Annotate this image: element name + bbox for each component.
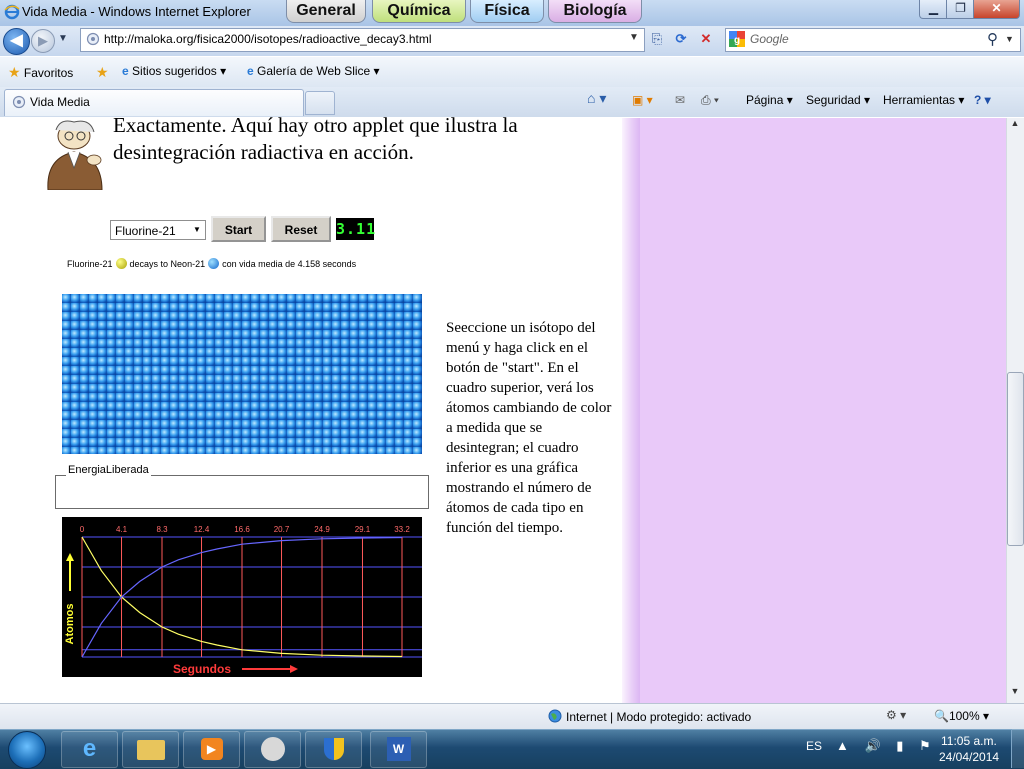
ie-small-icon: e (247, 64, 254, 78)
taskbar-media-player-icon[interactable]: ▶ (183, 731, 240, 768)
page-icon (12, 95, 26, 109)
start-button-orb[interactable] (8, 731, 46, 769)
start-button[interactable]: Start (211, 216, 266, 242)
maximize-button[interactable]: ❐ (946, 0, 975, 19)
scroll-up-icon[interactable]: ▲ (1006, 118, 1024, 134)
security-zone-text: Internet | Modo protegido: activado (566, 710, 752, 724)
add-favorite-icon[interactable]: ★ (96, 64, 109, 81)
search-options-dropdown-icon[interactable]: ▼ (1005, 34, 1014, 44)
x-tick-label: 20.7 (274, 525, 290, 534)
x-tick-label: 24.9 (314, 525, 330, 534)
taskbar-security-shield-icon[interactable] (305, 731, 362, 768)
suggested-sites-label: Sitios sugeridos ▾ (132, 64, 227, 78)
atom-grid (62, 294, 422, 454)
security-menu[interactable]: Seguridad ▾ (806, 93, 870, 107)
recent-pages-dropdown-icon[interactable]: ▼ (58, 33, 68, 44)
legend-parent-isotope: Fluorine-21 (67, 259, 113, 269)
professor-illustration (47, 120, 103, 190)
clock-date[interactable]: 24/04/2014 (939, 750, 999, 764)
suggested-sites-button[interactable]: e Sitios sugeridos ▾ (122, 64, 226, 78)
x-tick-label: 16.6 (234, 525, 250, 534)
clock-time[interactable]: 11:05 a.m. (941, 734, 997, 748)
web-slice-label: Galería de Web Slice ▾ (257, 64, 380, 78)
x-tick-label: 0 (80, 525, 85, 534)
page-menu[interactable]: Página ▾ (746, 93, 793, 107)
legend-half-life: con vida media de 4.158 seconds (222, 259, 357, 269)
taskbar-folder-icon[interactable] (122, 731, 179, 768)
site-tab-general[interactable]: General (286, 0, 366, 23)
decay-legend: Fluorine-21 decays to Neon-21 con vida med… (67, 258, 356, 269)
blue-atom-icon (208, 258, 220, 269)
legend-decays-to: decays to Neon-21 (129, 259, 206, 269)
forward-button[interactable]: ▶ (31, 29, 55, 53)
feeds-icon[interactable]: ▣ ▾ (632, 93, 653, 107)
stop-icon[interactable]: ✕ (696, 30, 716, 48)
tab-label: Vida Media (30, 95, 90, 109)
show-desktop-button[interactable] (1011, 729, 1024, 768)
compatibility-view-icon[interactable]: ⎘ (647, 30, 667, 48)
language-indicator[interactable]: ES (806, 739, 822, 753)
scrollbar-thumb[interactable] (1007, 372, 1024, 546)
y-axis-label: Atomos (64, 604, 76, 645)
instructions-text: Seeccione un isótopo del menú y haga cli… (446, 320, 612, 536)
reset-button[interactable]: Reset (271, 216, 331, 242)
y-axis-arrowhead (66, 553, 74, 561)
side-panel (628, 118, 1006, 703)
zoom-value: 100% (948, 709, 980, 723)
tools-menu[interactable]: Herramientas ▾ (883, 93, 964, 107)
yellow-atom-icon (115, 258, 127, 269)
taskbar-ie-icon[interactable]: e (61, 731, 118, 768)
favorites-star-icon: ★ (8, 64, 21, 80)
favorites-label: Favoritos (23, 66, 74, 80)
back-button[interactable]: ◀ (3, 28, 30, 55)
time-counter: 3.11 (336, 218, 377, 240)
search-icon[interactable]: ⚲ (987, 30, 998, 48)
x-tick-label: 12.4 (194, 525, 210, 534)
window-title: Vida Media - Windows Internet Explorer (22, 4, 251, 19)
chevron-down-icon[interactable]: ▼ (193, 225, 201, 234)
page-border-stripe (622, 118, 640, 703)
refresh-icon[interactable]: ⟳ (671, 30, 691, 48)
site-tab-quimica[interactable]: Química (372, 0, 466, 23)
decay-chart: 0 4.1 8.3 12.4 16.6 20.7 24.9 29.1 33.2 Segundos… (62, 517, 422, 677)
x-tick-label: 29.1 (355, 525, 371, 534)
zoom-icon: 🔍 (934, 709, 949, 723)
energy-released-panel (55, 475, 429, 509)
x-axis-arrowhead (290, 665, 298, 673)
x-tick-label: 4.1 (116, 525, 128, 534)
x-axis-label: Segundos (173, 662, 231, 676)
web-slice-gallery-button[interactable]: e Galería de Web Slice ▾ (247, 64, 380, 78)
page-icon (86, 32, 100, 46)
intro-text: Exactamente. Aquí hay otro applet que il… (113, 113, 518, 164)
ie-logo-icon (4, 4, 20, 20)
site-tab-fisica[interactable]: Física (470, 0, 544, 23)
x-tick-label: 33.2 (394, 525, 410, 534)
protected-mode-icon[interactable]: ⚙ ▾ (886, 708, 906, 722)
close-button[interactable]: ✕ (973, 0, 1020, 19)
address-url[interactable]: http://maloka.org/fisica2000/isotopes/ra… (104, 32, 432, 46)
print-icon[interactable]: ⎙ ▾ (701, 93, 719, 108)
globe-icon (548, 709, 562, 723)
address-dropdown-icon[interactable]: ▼ (629, 32, 639, 43)
site-tab-biologia[interactable]: Biología (548, 0, 642, 23)
minimize-button[interactable]: ▁ (919, 0, 948, 19)
search-placeholder[interactable]: Google (750, 32, 789, 46)
zoom-level[interactable]: 🔍100% ▾ (934, 709, 989, 723)
status-bar (0, 703, 1024, 730)
taskbar-word-icon[interactable]: W (370, 731, 427, 768)
x-tick-label: 8.3 (156, 525, 168, 534)
favorites-button[interactable]: ★ Favoritos (8, 64, 73, 81)
system-tray-icons[interactable]: ▲ 🔊 ▮ ⚑ (836, 738, 937, 754)
svg-text:g: g (734, 35, 740, 46)
scroll-down-icon[interactable]: ▼ (1006, 686, 1024, 702)
google-icon: g (729, 31, 745, 47)
isotope-select[interactable]: Fluorine-21 (110, 220, 206, 240)
ie-small-icon: e (122, 64, 129, 78)
read-mail-icon[interactable]: ✉ (675, 93, 685, 107)
home-icon[interactable]: ⌂ ▾ (587, 90, 606, 107)
help-menu[interactable]: ? ▾ (974, 93, 991, 107)
taskbar-app-icon[interactable] (244, 731, 301, 768)
energy-released-label: EnergiaLiberada (66, 464, 151, 476)
